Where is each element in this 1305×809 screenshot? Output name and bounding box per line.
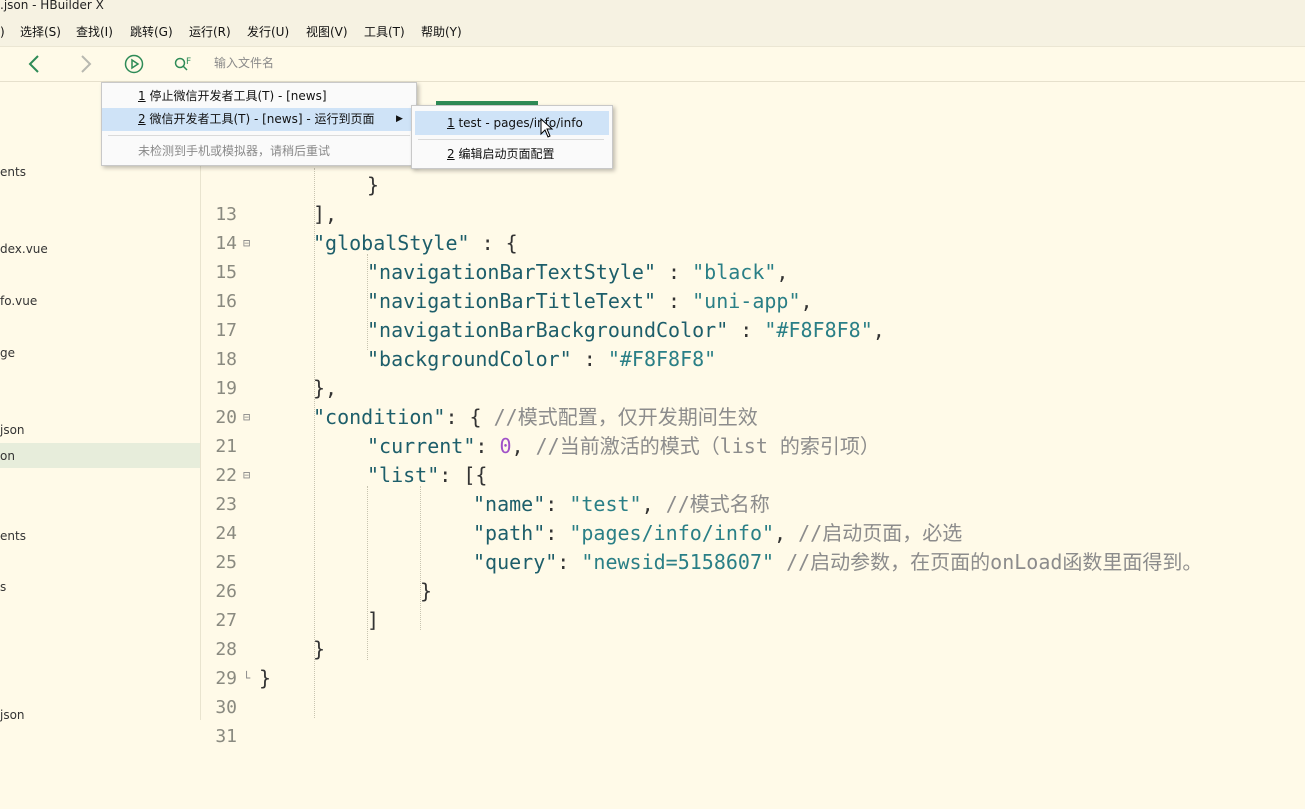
sidebar-item[interactable]: fo.vue — [0, 294, 37, 308]
run-page-submenu: 1 test - pages/info/info 2 编辑启动页面配置 — [411, 105, 613, 169]
code-line: 29 } — [215, 637, 326, 689]
menu-separator — [108, 135, 410, 136]
sidebar-item[interactable]: dex.vue — [0, 242, 48, 256]
window-title: .json - HBuilder X — [0, 0, 104, 12]
code-line: 23 ⊟ "list": [{ — [215, 461, 488, 515]
menu-run[interactable]: 运行(R) — [189, 25, 231, 39]
back-arrow-icon[interactable] — [24, 53, 46, 75]
code-line: 13 } — [215, 173, 380, 225]
menu-view[interactable]: 视图(V) — [306, 25, 348, 39]
menu-bar: ) 选择(S) 查找(I) 跳转(G) 运行(R) 发行(U) 视图(V) 工具… — [0, 16, 1305, 47]
fold-toggle-icon[interactable]: ⊟ — [243, 229, 255, 258]
code-line: 21 ⊟ "condition": { //模式配置，仅开发期间生效 — [215, 403, 758, 457]
code-line: 16 "navigationBarTextStyle" : "black", — [215, 260, 789, 312]
sidebar-item[interactable]: ents — [0, 165, 26, 179]
code-line: 27 } — [215, 579, 433, 631]
code-line: 15 ⊟ "globalStyle" : { — [215, 229, 518, 283]
code-line: 28 ] — [215, 608, 380, 660]
sidebar-item[interactable]: ents — [0, 529, 26, 543]
sidebar-item[interactable]: ge — [0, 346, 15, 360]
menu-tools[interactable]: 工具(T) — [364, 25, 405, 39]
search-icon-letter: F — [186, 57, 192, 67]
forward-arrow-icon[interactable] — [74, 53, 96, 75]
file-search-input[interactable]: 输入文件名 — [214, 56, 274, 70]
menu-separator — [418, 139, 604, 140]
title-bar: .json - HBuilder X — [0, 0, 1305, 16]
mouse-cursor-icon — [540, 117, 554, 138]
code-line: 17 "navigationBarTitleText" : "uni-app", — [215, 289, 813, 341]
sidebar-item[interactable]: json — [0, 423, 25, 437]
sidebar-item[interactable]: s — [0, 580, 6, 594]
code-line: 30 └ } — [215, 666, 272, 718]
menu-item-wechat-devtools-run-page[interactable]: 2 微信开发者工具(T) - [news] - 运行到页面 ▶ — [102, 108, 416, 131]
sidebar-item-active[interactable]: on — [0, 449, 15, 463]
code-line: 24 "name": "test", //模式名称 — [215, 492, 770, 544]
code-line: 18 "navigationBarBackgroundColor" : "#F8… — [215, 318, 885, 370]
code-line: 20 }, — [215, 376, 338, 428]
code-line: 31 — [215, 726, 237, 747]
menu-goto[interactable]: 跳转(G) — [130, 25, 173, 39]
code-line: 22 "current": 0, //当前激活的模式（list 的索引项） — [215, 434, 880, 486]
submenu-item-edit-launch-config[interactable]: 2 编辑启动页面配置 — [415, 142, 609, 166]
project-sidebar: ents dex.vue fo.vue ge json on ents s js… — [0, 82, 201, 722]
menu-select[interactable]: 选择(S) — [20, 25, 61, 39]
search-file-icon[interactable]: F — [174, 53, 200, 75]
code-editor[interactable]: 13 } 14 ], 15 ⊟ "globalStyle" : { 16 "na… — [201, 82, 1305, 747]
run-play-icon[interactable] — [123, 53, 145, 75]
toolbar: F 输入文件名 — [0, 47, 1305, 82]
menu-edit[interactable]: ) — [0, 25, 5, 39]
menu-item-stop-wechat-devtools[interactable]: 1 停止微信开发者工具(T) - [news] — [102, 85, 416, 108]
submenu-arrow-icon: ▶ — [396, 114, 403, 124]
menu-publish[interactable]: 发行(U) — [247, 25, 289, 39]
menu-find[interactable]: 查找(I) — [76, 25, 113, 39]
fold-toggle-icon[interactable]: ⊟ — [243, 403, 255, 432]
menu-help[interactable]: 帮助(Y) — [421, 25, 462, 39]
run-dropdown-menu: 1 停止微信开发者工具(T) - [news] 2 微信开发者工具(T) - [… — [101, 82, 417, 166]
submenu-item-test-page[interactable]: 1 test - pages/info/info — [415, 111, 609, 135]
code-line: 14 ], — [215, 202, 338, 254]
sidebar-selected-row[interactable] — [0, 443, 200, 468]
fold-end-marker: └ — [243, 671, 251, 685]
code-line: 19 "backgroundColor" : "#F8F8F8" — [215, 347, 717, 399]
code-line: 25 "path": "pages/info/info", //启动页面，必选 — [215, 521, 963, 573]
menu-item-no-device: 未检测到手机或模拟器，请稍后重试 — [138, 144, 331, 158]
fold-toggle-icon[interactable]: ⊟ — [243, 461, 255, 490]
code-line: 26 "query": "newsid=5158607" //启动参数，在页面的… — [215, 550, 1203, 602]
